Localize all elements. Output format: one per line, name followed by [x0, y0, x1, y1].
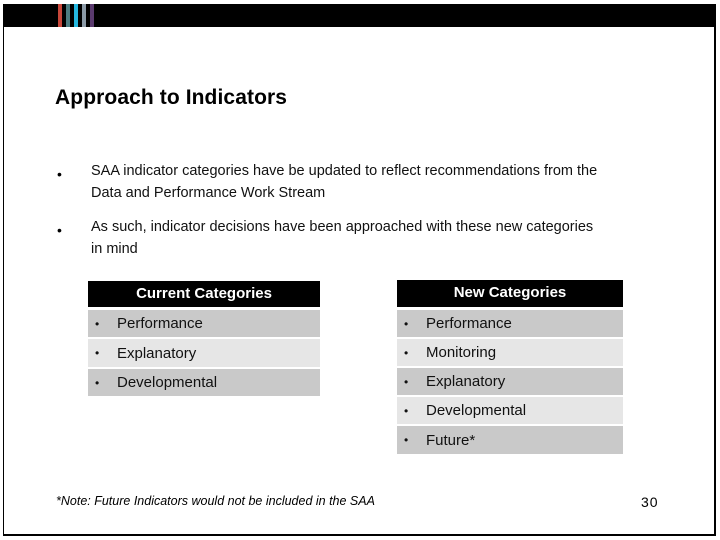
- current-category-row: • Performance: [88, 310, 320, 337]
- bullet-marker: •: [404, 403, 409, 418]
- footnote: *Note: Future Indicators would not be in…: [56, 494, 375, 508]
- bullet-marker: •: [95, 346, 100, 360]
- category-label: Performance: [426, 315, 512, 332]
- bullet-line: SAA indicator categories have be updated…: [91, 163, 598, 179]
- current-category-row: • Developmental: [88, 369, 320, 396]
- bullet-line: As such, indicator decisions have been a…: [91, 219, 594, 235]
- bullet-marker: •: [57, 166, 62, 182]
- category-label: Future*: [426, 431, 476, 449]
- bullet-marker: •: [404, 316, 409, 331]
- accent-stripe: [66, 4, 70, 27]
- accent-stripe: [90, 4, 94, 27]
- category-label: Developmental: [426, 402, 527, 419]
- new-category-row: • Monitoring: [397, 339, 623, 366]
- accent-stripe: [82, 4, 86, 27]
- accent-stripe: [58, 4, 62, 27]
- category-label: Performance: [117, 315, 203, 332]
- accent-stripe: [74, 4, 78, 27]
- category-label: Explanatory: [117, 344, 197, 362]
- current-categories-header: Current Categories: [88, 281, 320, 307]
- new-category-row: • Developmental: [397, 397, 623, 424]
- bullet-line: Data and Performance Work Stream: [91, 185, 326, 201]
- bullet-marker: •: [95, 316, 100, 331]
- category-label: Monitoring: [426, 344, 497, 361]
- category-label: Explanatory: [426, 373, 506, 390]
- bullet-line: in mind: [91, 241, 138, 257]
- bullet-text: SAA indicator categories have be updated…: [91, 160, 666, 204]
- bullet-marker: •: [95, 375, 100, 390]
- category-label: Developmental: [117, 374, 218, 391]
- new-categories-header: New Categories: [397, 280, 623, 307]
- bullet-marker: •: [57, 222, 62, 238]
- top-bar: [3, 4, 716, 27]
- new-category-row: • Future*: [397, 426, 623, 454]
- bullet-marker: •: [404, 345, 409, 360]
- bullet-text: As such, indicator decisions have been a…: [91, 216, 666, 260]
- new-category-row: • Explanatory: [397, 368, 623, 395]
- bullet-marker: •: [404, 374, 409, 389]
- slide-frame: [3, 4, 716, 536]
- slide-title: Approach to Indicators: [55, 86, 288, 109]
- current-category-row: • Explanatory: [88, 339, 320, 367]
- page-number: 30: [641, 494, 659, 510]
- new-category-row: • Performance: [397, 310, 623, 337]
- bullet-marker: •: [404, 433, 409, 447]
